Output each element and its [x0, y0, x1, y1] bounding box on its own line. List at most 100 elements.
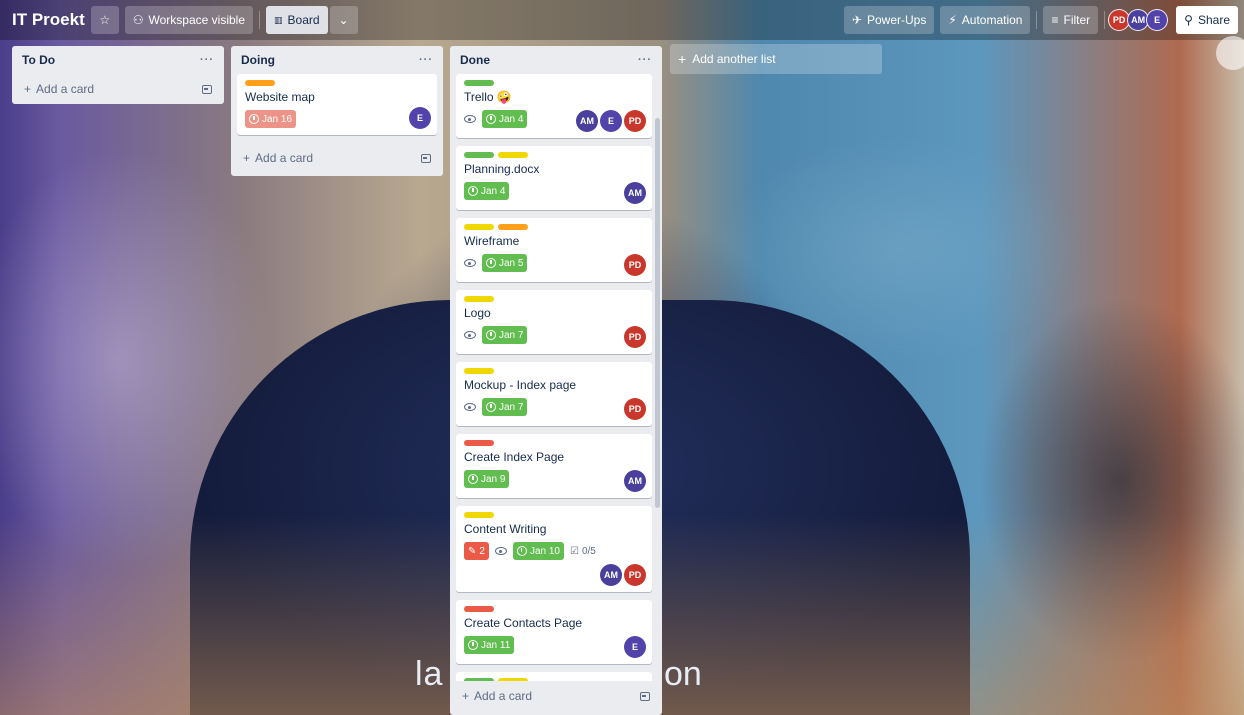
list-header: Done ··· [456, 46, 656, 74]
chevron-down-icon: ⌄ [338, 13, 349, 27]
avatar[interactable]: AM [600, 564, 622, 586]
people-icon: ⚇ [132, 13, 144, 27]
rocket-icon: ✈ [851, 13, 862, 27]
filter-button[interactable]: ≡ Filter [1043, 6, 1099, 34]
plus-icon: + [243, 151, 251, 165]
views-dropdown-button[interactable]: ⌄ [329, 6, 358, 34]
card[interactable]: Create Contacts Page Jan 11 E [456, 600, 652, 664]
due-date: Jan 4 [481, 185, 506, 197]
board-members: PD AM E [1108, 9, 1169, 31]
header-divider-2 [1036, 11, 1038, 29]
avatar[interactable]: E [409, 107, 431, 129]
card[interactable]: Wireframe Jan 5 PD [456, 218, 652, 282]
more-icon[interactable]: ··· [419, 54, 433, 66]
attachments-badge[interactable]: ✎ 2 [464, 542, 489, 560]
header-divider-3 [1104, 11, 1106, 29]
due-date-badge[interactable]: Jan 10 [512, 542, 564, 560]
clock-icon [486, 258, 496, 268]
star-icon: ☆ [99, 13, 111, 27]
clock-icon [468, 640, 478, 650]
avatar[interactable]: PD [624, 110, 646, 132]
lightning-icon: ⚡ [948, 13, 957, 27]
watching-icon [494, 547, 507, 555]
label-yellow [464, 368, 494, 374]
attachment-count: 2 [479, 545, 485, 557]
card-template-icon[interactable] [421, 153, 431, 163]
avatar[interactable]: PD [624, 326, 646, 348]
watching-icon [464, 259, 476, 267]
filter-label: Filter [1063, 13, 1091, 27]
label-orange [498, 224, 528, 230]
avatar[interactable]: E [624, 636, 646, 658]
list-title[interactable]: Doing [241, 53, 275, 67]
card-template-icon[interactable] [202, 84, 212, 94]
due-date-badge[interactable]: Jan 4 [464, 182, 510, 200]
add-another-list-button[interactable]: + Add another list [670, 44, 882, 74]
add-card-button[interactable]: + Add a card [237, 143, 437, 173]
card[interactable]: Website map Jan 16 E [237, 74, 437, 135]
card[interactable]: Mockup - Index page Jan 7 PD [456, 362, 652, 426]
label-red [464, 606, 494, 612]
due-date-badge[interactable]: Jan 7 [482, 398, 528, 416]
list-scrollbar[interactable] [655, 118, 660, 508]
due-date: Jan 5 [499, 257, 524, 269]
list-cards: Trello 🤪 Jan 4 AM E PD Planning.docx Jan… [456, 74, 656, 684]
avatar[interactable]: PD [624, 254, 646, 276]
automation-label: Automation [961, 13, 1023, 27]
card[interactable]: Logo Jan 7 PD [456, 290, 652, 354]
avatar[interactable]: PD [624, 564, 646, 586]
workspace-visibility-label: Workspace visible [148, 13, 245, 27]
card-title: Create Index Page [464, 450, 565, 464]
due-date-badge[interactable]: Jan 16 [245, 110, 297, 128]
more-icon[interactable]: ··· [638, 54, 652, 66]
add-person-icon: ⚲ [1184, 13, 1193, 27]
due-date: Jan 7 [499, 401, 524, 413]
share-button[interactable]: ⚲ Share [1176, 6, 1238, 34]
card-template-icon[interactable] [640, 691, 650, 701]
card[interactable]: Planning.docx Jan 4 AM [456, 146, 652, 210]
avatar[interactable]: PD [624, 398, 646, 420]
avatar[interactable]: AM [624, 470, 646, 492]
board-view-label: Board [287, 13, 320, 27]
card-title: Wireframe [464, 234, 520, 248]
checklist-badge[interactable]: ☑ 0/5 [570, 542, 596, 560]
add-card-button[interactable]: + Add a card [18, 74, 218, 104]
card[interactable]: Create Index Page Jan 9 AM [456, 434, 652, 498]
clock-icon [468, 474, 478, 484]
board-menu-button[interactable] [1216, 36, 1244, 70]
filter-icon: ≡ [1051, 13, 1059, 27]
due-date-badge[interactable]: Jan 4 [482, 110, 528, 128]
power-ups-label: Power-Ups [866, 13, 927, 27]
avatar[interactable]: E [1146, 9, 1169, 31]
list-title[interactable]: Done [460, 53, 490, 67]
workspace-visibility-button[interactable]: ⚇ Workspace visible [124, 6, 253, 34]
add-card-label: Add a card [474, 689, 533, 703]
card-labels [245, 80, 429, 86]
board-view-button[interactable]: ▥ Board [266, 6, 328, 34]
list-header: To Do ··· [18, 46, 218, 74]
label-yellow [498, 152, 528, 158]
list-title[interactable]: To Do [22, 53, 55, 67]
plus-icon: + [462, 689, 470, 703]
add-another-list-label: Add another list [692, 52, 776, 66]
due-date-badge[interactable]: Jan 5 [482, 254, 528, 272]
avatar[interactable]: E [600, 110, 622, 132]
due-date-badge[interactable]: Jan 11 [464, 636, 515, 654]
automation-button[interactable]: ⚡ Automation [940, 6, 1031, 34]
avatar[interactable]: AM [624, 182, 646, 204]
card[interactable]: Trello 🤪 Jan 4 AM E PD [456, 74, 652, 138]
avatar[interactable]: AM [576, 110, 598, 132]
background-shirt-text-left: la [415, 655, 444, 693]
label-yellow [464, 512, 494, 518]
due-date-badge[interactable]: Jan 9 [464, 470, 510, 488]
due-date-badge[interactable]: Jan 7 [482, 326, 528, 344]
power-ups-button[interactable]: ✈ Power-Ups [843, 6, 935, 34]
board-title[interactable]: IT Proekt [8, 10, 91, 30]
label-green [464, 80, 494, 86]
list-todo: To Do ··· + Add a card [12, 46, 224, 104]
star-button[interactable]: ☆ [90, 6, 119, 34]
add-card-button[interactable]: + Add a card [456, 681, 656, 711]
more-icon[interactable]: ··· [200, 54, 214, 66]
paperclip-icon: ✎ [468, 545, 477, 557]
card[interactable]: Content Writing ✎ 2 Jan 10 ☑ 0/5 AM PD [456, 506, 652, 592]
